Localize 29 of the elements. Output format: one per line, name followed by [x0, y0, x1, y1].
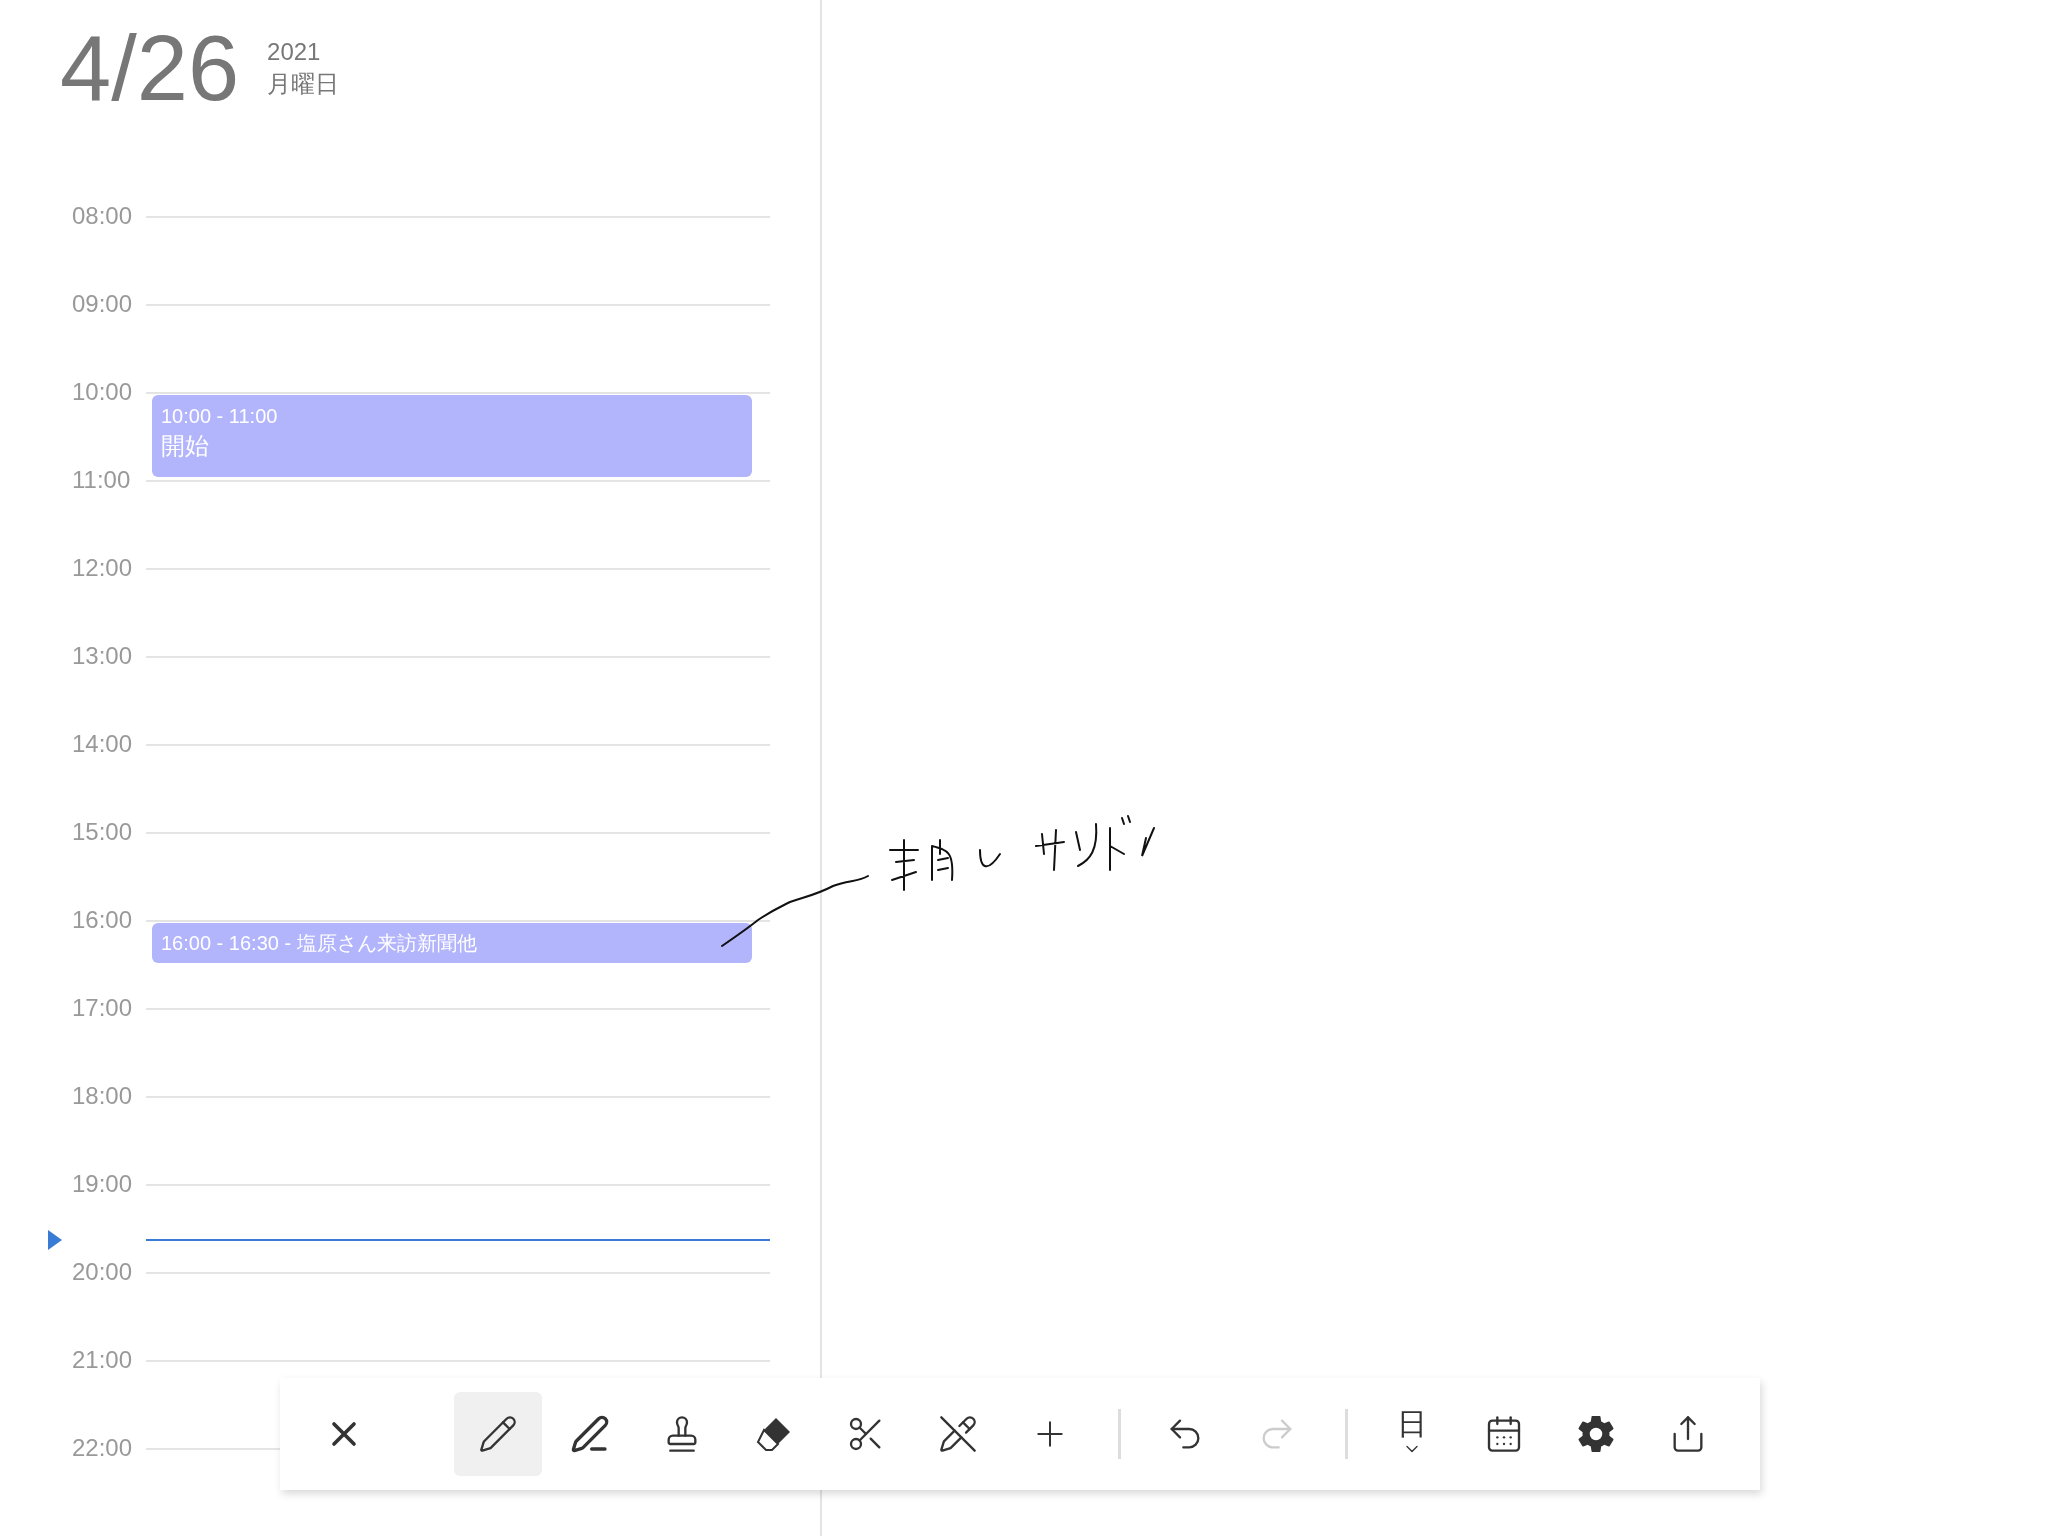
hour-label: 16:00	[72, 906, 134, 934]
calendar-event[interactable]: 16:00 - 16:30 - 塩原さん来訪新聞他	[152, 923, 752, 963]
hour-label: 20:00	[72, 1258, 134, 1286]
crossed-pencil-icon	[938, 1414, 978, 1454]
event-time: 10:00 - 11:00	[161, 404, 279, 429]
hour-label: 12:00	[72, 554, 134, 582]
view-tool-button[interactable]: 日	[1368, 1392, 1456, 1476]
settings-icon	[1576, 1414, 1616, 1454]
event-title: 開始	[161, 431, 210, 461]
hour-label: 09:00	[72, 290, 134, 318]
date-heading: 4/26	[60, 22, 240, 114]
hour-label: 17:00	[72, 994, 134, 1022]
hour-label: 13:00	[72, 642, 134, 670]
weekday-label: 月曜日	[267, 69, 340, 99]
hour-label: 10:00	[72, 378, 134, 406]
hour-label: 18:00	[72, 1082, 134, 1110]
hour-label: 19:00	[72, 1170, 134, 1198]
pencil-icon	[478, 1414, 518, 1454]
calendar-event[interactable]: 10:00 - 11:00 開始	[152, 395, 752, 477]
event-summary: 16:00 - 16:30 - 塩原さん来訪新聞他	[161, 931, 477, 956]
hour-label: 08:00	[72, 202, 134, 230]
hour-label: 22:00	[72, 1434, 134, 1462]
hour-label: 15:00	[72, 818, 134, 846]
pencil-tool-button[interactable]	[454, 1392, 542, 1476]
marker-icon	[570, 1414, 610, 1454]
hour-label: 11:00	[72, 466, 132, 494]
hour-label: 21:00	[72, 1346, 134, 1374]
year-label: 2021	[267, 37, 322, 67]
hour-label: 14:00	[72, 730, 134, 758]
